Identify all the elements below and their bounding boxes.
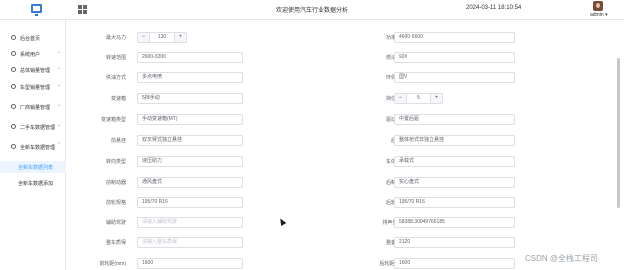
text-input[interactable]: 多点电喷 bbox=[137, 72, 243, 83]
text-input[interactable]: 实心盘式 bbox=[394, 177, 515, 188]
user-menu[interactable]: admin ▾ bbox=[590, 12, 608, 18]
text-input[interactable]: 请输入辅助驾驶 bbox=[137, 217, 243, 228]
sidebar-item-label: 厂商销量管理 bbox=[20, 105, 51, 111]
field-label: 前轮规格 bbox=[105, 200, 126, 206]
sidebar-item[interactable]: 系统用户 ⌄ bbox=[0, 47, 66, 61]
text-input[interactable]: 通风盘式 bbox=[137, 177, 243, 188]
user-avatar[interactable] bbox=[593, 1, 603, 11]
increment-button[interactable]: + bbox=[174, 33, 186, 42]
edit-form-panel: 最大马力 −130 + 转速范围 2600-3200 供油方式 多点电喷 变速箱 5挡手动 变速箱… bbox=[66, 20, 624, 270]
text-input[interactable]: 液压助力 bbox=[137, 156, 243, 167]
decrement-button[interactable]: − bbox=[395, 94, 407, 103]
field-label: 整车质保 bbox=[105, 240, 126, 246]
field-label: 变速箱 bbox=[110, 96, 126, 102]
text-input[interactable]: 请输入整车质保 bbox=[137, 237, 243, 248]
sidebar-item[interactable]: 全新车数据管理 ⌃ bbox=[0, 140, 66, 154]
top-header: 欢迎使用汽车行业数据分析 2024-03-11 18:10:54 admin ▾ bbox=[0, 0, 624, 20]
text-input[interactable]: 1600 bbox=[137, 258, 243, 269]
field-label: 供油方式 bbox=[105, 75, 126, 81]
sidebar-subitem-label: 全新车数据添加 bbox=[18, 181, 54, 187]
stepper-value[interactable]: 130 bbox=[150, 33, 174, 42]
scrollbar[interactable] bbox=[617, 58, 620, 208]
text-input[interactable]: 中置后驱 bbox=[394, 114, 515, 125]
field-label: 辅助驾驶 bbox=[105, 220, 126, 226]
sidebar-item-label: 全新车数据管理 bbox=[20, 145, 56, 151]
sidebar-item-label: 系统用户 bbox=[20, 52, 41, 58]
number-stepper[interactable]: −5 + bbox=[394, 93, 443, 104]
menu-item-icon bbox=[11, 124, 16, 129]
chevron-icon: ⌄ bbox=[57, 102, 62, 108]
text-input[interactable]: 手动变速箱(MT) bbox=[137, 114, 243, 125]
text-input[interactable]: 2120 bbox=[394, 237, 515, 248]
increment-button[interactable]: + bbox=[430, 94, 442, 103]
sidebar-item[interactable]: 总体销量管理 ⌄ bbox=[0, 63, 66, 77]
text-input[interactable]: 4600-5600 bbox=[394, 32, 515, 43]
menu-item-icon bbox=[11, 35, 16, 40]
field-label: 转向类型 bbox=[105, 159, 126, 165]
sidebar-item-label: 二手车数据管理 bbox=[20, 125, 56, 131]
menu-item-icon bbox=[11, 84, 16, 89]
field-label: 最大马力 bbox=[105, 35, 126, 41]
field-label: 前悬挂 bbox=[110, 138, 126, 144]
sidebar-item[interactable]: 后台首页 bbox=[0, 31, 66, 45]
sidebar: 后台首页 系统用户 ⌄ 总体销量管理 ⌄ 车型销量管理 ⌄ 厂商销量管理 ⌄ 二手车数据管理 ⌄ 全新… bbox=[0, 20, 66, 270]
chevron-icon: ⌄ bbox=[57, 49, 62, 55]
sidebar-item[interactable]: 二手车数据管理 ⌄ bbox=[0, 120, 66, 134]
menu-item-icon bbox=[11, 67, 16, 72]
text-input[interactable]: 5挡手动 bbox=[137, 93, 243, 104]
app-title: 欢迎使用汽车行业数据分析 bbox=[275, 8, 348, 14]
menu-item-icon bbox=[11, 104, 16, 109]
text-input[interactable]: 92# bbox=[394, 52, 515, 63]
text-input[interactable]: 195/70 R16 bbox=[137, 197, 243, 208]
field-label: 前制动器 bbox=[105, 180, 126, 186]
text-input[interactable]: 195/70 R16 bbox=[394, 197, 515, 208]
field-label: 转速范围 bbox=[105, 55, 126, 61]
sidebar-item[interactable]: 车型销量管理 ⌄ bbox=[0, 80, 66, 94]
chevron-icon: ⌄ bbox=[57, 65, 62, 71]
watermark: CSDN @全栈工程司 bbox=[525, 254, 599, 263]
number-stepper[interactable]: −130 + bbox=[137, 32, 187, 43]
sidebar-item-label: 车型销量管理 bbox=[20, 85, 51, 91]
sidebar-subitem-label: 全新车数据列表 bbox=[18, 165, 54, 171]
text-input[interactable]: 1600 bbox=[394, 258, 515, 269]
text-input[interactable]: 双叉臂式独立悬挂 bbox=[137, 135, 243, 146]
datetime-display: 2024-03-11 18:10:54 bbox=[466, 5, 522, 11]
sidebar-item[interactable]: 厂商销量管理 ⌄ bbox=[0, 100, 66, 114]
chevron-icon: ⌃ bbox=[57, 142, 62, 148]
menu-item-icon bbox=[11, 144, 16, 149]
sidebar-item-label: 总体销量管理 bbox=[20, 68, 51, 74]
field-label: 前轮距(mm) bbox=[99, 261, 126, 267]
text-input[interactable]: 承载式 bbox=[394, 156, 515, 167]
menu-item-icon bbox=[11, 51, 16, 56]
text-input[interactable]: 58388.30049765185 bbox=[394, 217, 515, 228]
text-input[interactable]: 国V bbox=[394, 72, 515, 83]
chevron-icon: ⌄ bbox=[57, 82, 62, 88]
sidebar-subitem[interactable]: 全新车数据列表 bbox=[0, 161, 66, 173]
sidebar-subitem[interactable]: 全新车数据添加 bbox=[0, 177, 66, 189]
sidebar-item-label: 后台首页 bbox=[20, 36, 41, 42]
text-input[interactable]: 2600-3200 bbox=[137, 52, 243, 63]
chevron-icon: ⌄ bbox=[57, 122, 62, 128]
decrement-button[interactable]: − bbox=[138, 33, 150, 42]
text-input[interactable]: 整体桥式非独立悬挂 bbox=[394, 135, 515, 146]
stepper-value[interactable]: 5 bbox=[407, 94, 430, 103]
field-label: 变速箱类型 bbox=[100, 117, 126, 123]
